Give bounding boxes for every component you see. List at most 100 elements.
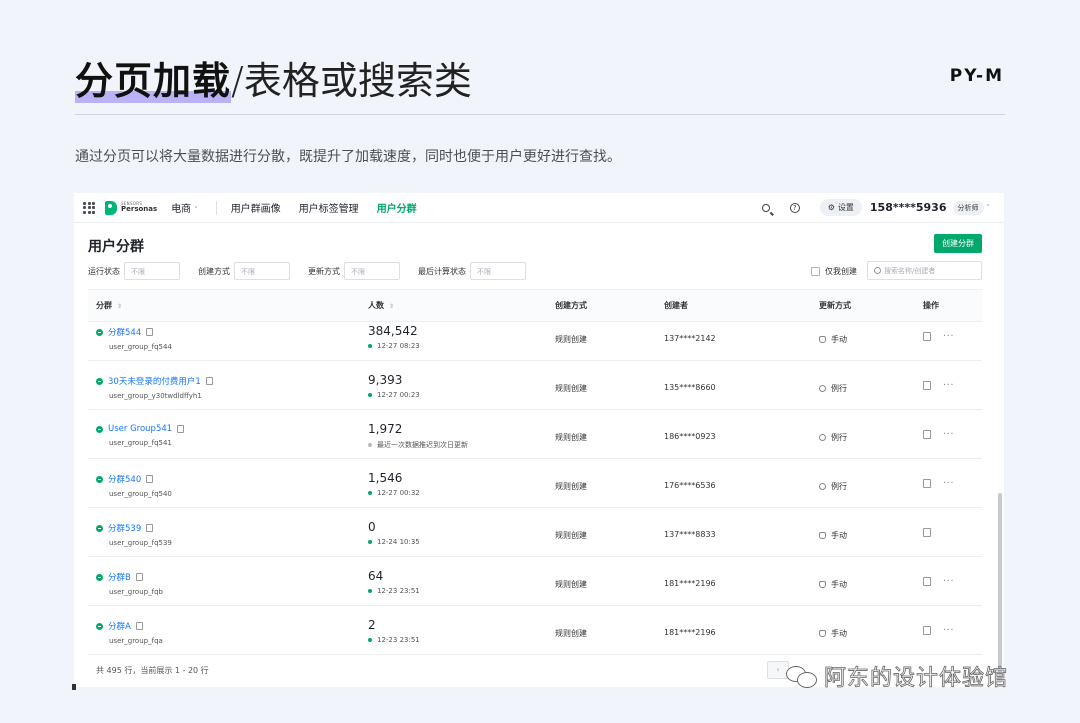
more-icon[interactable]: ··· <box>943 625 954 635</box>
filter-select-update-method[interactable]: 不限 <box>344 262 400 280</box>
group-cell: 30天未登录的付费用户1 user_group_y30twdldffyh1 <box>96 375 213 400</box>
edit-icon[interactable] <box>146 328 154 336</box>
filter-select-create-method[interactable]: 不限 <box>234 262 290 280</box>
col-group[interactable]: 分群 ⇕ <box>96 300 122 311</box>
scrollbar[interactable] <box>998 493 1002 683</box>
edit-icon[interactable] <box>146 524 154 532</box>
group-cell: 分群B user_group_fqb <box>96 571 163 596</box>
top-navbar: SENSORS Personas 电商 用户群画像 用户标签管理 用户分群 ? … <box>74 193 1004 223</box>
user-account[interactable]: 158****5936 <box>870 201 947 214</box>
search-icon[interactable] <box>761 203 770 212</box>
col-update: 更新方式 <box>819 301 851 310</box>
group-cell: 分群540 user_group_fq540 <box>96 473 172 498</box>
edit-icon[interactable] <box>146 475 154 483</box>
group-id: user_group_fq540 <box>109 490 172 498</box>
title-divider <box>75 114 1005 115</box>
logo-product: Personas <box>121 205 158 213</box>
update-method-cell: 例行 <box>819 432 847 443</box>
updated-time: 最近一次数据推迟到次日更新 <box>368 440 468 450</box>
nav-user-segmentation[interactable]: 用户分群 <box>377 200 417 215</box>
detail-icon[interactable] <box>923 479 931 488</box>
nav-project-dropdown[interactable]: 电商 <box>171 200 198 215</box>
create-group-button[interactable]: 创建分群 <box>934 234 982 253</box>
product-logo[interactable]: SENSORS Personas <box>105 200 158 215</box>
count-cell: 9,393 12-27 00:23 <box>368 373 420 399</box>
table-body: 分群544 user_group_fq544 384,542 12-27 08:23 规… <box>88 322 982 655</box>
status-running-icon <box>96 425 103 433</box>
detail-icon[interactable] <box>923 332 931 341</box>
table-row[interactable]: 分群540 user_group_fq540 1,546 12-27 00:32 规则创… <box>88 459 982 508</box>
edit-icon[interactable] <box>177 425 185 433</box>
status-running-icon <box>96 377 103 385</box>
update-method-cell: 手动 <box>819 334 847 345</box>
sort-icon: ⇕ <box>389 303 395 310</box>
updated-time: 12-23 23:51 <box>368 587 420 595</box>
create-method: 规则创建 <box>555 335 587 344</box>
group-cell: 分群539 user_group_fq539 <box>96 522 172 547</box>
gear-icon: ⚙ <box>827 203 835 212</box>
group-name-link[interactable]: 分群544 <box>108 328 141 338</box>
hand-icon <box>819 532 826 539</box>
edit-icon[interactable] <box>135 622 143 630</box>
nav-tag-management[interactable]: 用户标签管理 <box>299 200 359 215</box>
clock-icon <box>819 483 826 490</box>
creator: 181****2196 <box>664 579 716 588</box>
table-row[interactable]: 分群544 user_group_fq544 384,542 12-27 08:23 规… <box>88 322 982 361</box>
table-row[interactable]: User Group541 user_group_fq541 1,972 最近一次数据… <box>88 410 982 459</box>
table-row[interactable]: 分群B user_group_fqb 64 12-23 23:51 规则创建 181***… <box>88 557 982 606</box>
group-cell: User Group541 user_group_fq541 <box>96 424 185 447</box>
detail-icon[interactable] <box>923 381 931 390</box>
filter-label-create-method: 创建方式 <box>198 266 230 276</box>
detail-icon[interactable] <box>923 626 931 635</box>
filter-select-run-status[interactable]: 不限 <box>124 262 180 280</box>
slide-title-bold: 分页加载 <box>75 59 232 103</box>
more-icon[interactable]: ··· <box>943 331 954 341</box>
table-row[interactable]: 分群A user_group_fqa 2 12-23 23:51 规则创建 181****… <box>88 606 982 655</box>
update-method: 手动 <box>831 335 847 344</box>
chevron-down-icon[interactable]: ˅ <box>987 204 991 212</box>
edit-icon[interactable] <box>205 377 213 385</box>
col-count[interactable]: 人数 ⇕ <box>368 300 394 311</box>
group-id: user_group_fq544 <box>109 343 172 351</box>
update-method: 手动 <box>831 580 847 589</box>
role-badge: 分析师 <box>952 200 984 215</box>
ops-cell: ··· <box>923 478 954 488</box>
group-name-link[interactable]: User Group541 <box>108 424 172 434</box>
hand-icon <box>819 581 826 588</box>
creator: 135****8660 <box>664 383 716 392</box>
filter-select-calc-status[interactable]: 不限 <box>470 262 526 280</box>
only-mine-toggle[interactable]: 仅我创建 <box>811 266 857 277</box>
pagination-summary: 共 495 行，当前展示 1 - 20 行 <box>96 666 209 675</box>
update-method: 手动 <box>831 531 847 540</box>
only-mine-checkbox[interactable] <box>811 267 820 276</box>
help-icon[interactable]: ? <box>789 202 800 213</box>
detail-icon[interactable] <box>923 528 931 537</box>
nav-user-portrait[interactable]: 用户群画像 <box>231 200 281 215</box>
group-count: 0 <box>368 520 376 534</box>
group-name-link[interactable]: 分群A <box>108 622 131 632</box>
app-grid-icon[interactable] <box>83 201 95 214</box>
group-name-link[interactable]: 分群540 <box>108 475 141 485</box>
group-id: user_group_fqa <box>109 637 163 645</box>
update-method: 例行 <box>831 482 847 491</box>
more-icon[interactable]: ··· <box>943 429 954 439</box>
search-icon <box>874 267 881 274</box>
count-cell: 64 12-23 23:51 <box>368 569 420 595</box>
table-row[interactable]: 分群539 user_group_fq539 0 12-24 10:35 规则创建 137… <box>88 508 982 557</box>
group-count: 2 <box>368 618 376 632</box>
group-name-link[interactable]: 分群539 <box>108 524 141 534</box>
table-row[interactable]: 30天未登录的付费用户1 user_group_y30twdldffyh1 9,39… <box>88 361 982 410</box>
detail-icon[interactable] <box>923 577 931 586</box>
more-icon[interactable]: ··· <box>943 380 954 390</box>
settings-button[interactable]: ⚙ 设置 <box>819 199 862 216</box>
update-method-cell: 例行 <box>819 383 847 394</box>
detail-icon[interactable] <box>923 430 931 439</box>
ops-cell: ··· <box>923 625 954 635</box>
group-name-link[interactable]: 30天未登录的付费用户1 <box>108 377 201 387</box>
more-icon[interactable]: ··· <box>943 478 954 488</box>
group-name-link[interactable]: 分群B <box>108 573 131 583</box>
col-creator: 创建者 <box>664 301 688 310</box>
group-search-input[interactable]: 搜索名称/创建者 <box>867 261 982 280</box>
more-icon[interactable]: ··· <box>943 576 954 586</box>
edit-icon[interactable] <box>135 573 143 581</box>
